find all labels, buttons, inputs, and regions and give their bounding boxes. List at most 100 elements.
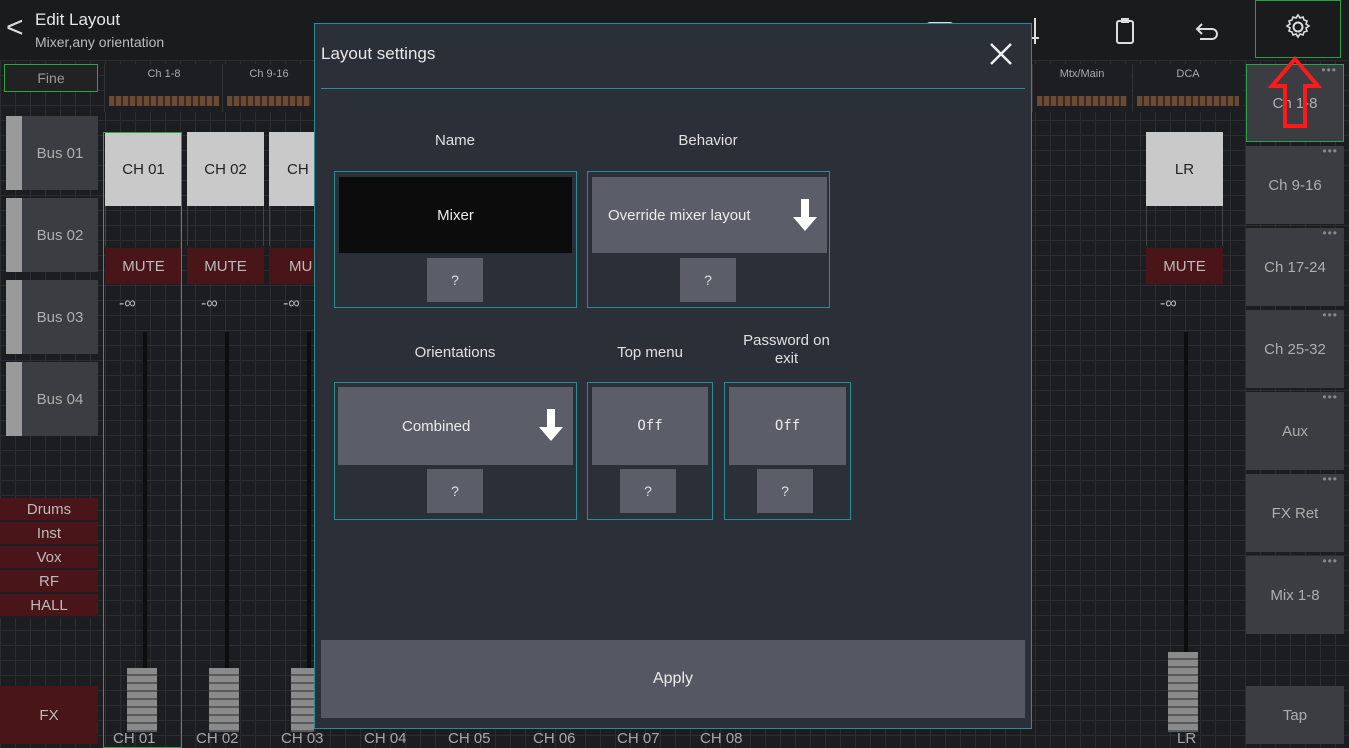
meter-group-ch1-8[interactable]: Ch 1-8 (104, 64, 223, 112)
password-toggle[interactable]: Off (729, 387, 846, 465)
fader-handle[interactable] (1168, 652, 1198, 732)
behavior-dropdown[interactable]: Override mixer layout (592, 177, 827, 253)
password-group: Off ? (724, 382, 851, 520)
top-menu-help-button[interactable]: ? (620, 469, 676, 513)
channel-strip-03[interactable]: CH MU -∞ (269, 132, 314, 748)
side-item-ch25-32[interactable]: ••• Ch 25-32 (1246, 308, 1344, 388)
side-item-fx-ret[interactable]: ••• FX Ret (1246, 472, 1344, 552)
more-dots-icon[interactable]: ••• (1322, 472, 1338, 486)
apply-button[interactable]: Apply (321, 640, 1025, 718)
meter-group-dca[interactable]: DCA (1132, 64, 1243, 112)
clipboard-icon[interactable] (1108, 14, 1142, 48)
behavior-group: Override mixer layout ? (587, 171, 830, 308)
side-item-label: Ch 9-16 (1268, 176, 1322, 194)
channel-selected-frame (103, 132, 182, 748)
tag-rf[interactable]: RF (0, 570, 98, 594)
back-chevron-icon[interactable]: < (6, 8, 24, 48)
tag-inst[interactable]: Inst (0, 522, 98, 546)
more-dots-icon[interactable]: ••• (1322, 226, 1338, 240)
bottom-label-ch01: CH 01 (113, 730, 156, 747)
bottom-label-ch04: CH 04 (364, 730, 407, 747)
page-subtitle: Mixer,any orientation (35, 34, 165, 50)
fader-handle[interactable] (209, 668, 239, 732)
password-label: Password on exit (723, 332, 850, 368)
channel-strip-02[interactable]: CH 02 MUTE -∞ (187, 132, 264, 748)
fine-button[interactable]: Fine (4, 64, 98, 92)
close-icon[interactable] (983, 36, 1019, 72)
arrow-down-icon (537, 407, 565, 447)
top-menu-toggle[interactable]: Off (592, 387, 708, 465)
bus-03-button[interactable]: Bus 03 (6, 280, 98, 354)
mute-button[interactable]: MU (269, 248, 314, 284)
bus-04-button[interactable]: Bus 04 (6, 362, 98, 436)
highlight-arrow-icon (1267, 55, 1323, 135)
gain-readout: -∞ (283, 295, 300, 312)
fader-handle[interactable] (291, 668, 314, 732)
meter-group-label: DCA (1176, 68, 1200, 80)
arrow-down-icon (791, 197, 819, 237)
password-label-line1: Password on (743, 332, 830, 349)
channel-name[interactable]: CH (269, 132, 314, 206)
bottom-label-lr: LR (1177, 730, 1197, 747)
dialog-title: Layout settings (321, 44, 436, 63)
orientations-value: Combined (402, 417, 471, 435)
side-item-label: Aux (1282, 422, 1308, 440)
channel-name[interactable]: LR (1146, 132, 1223, 206)
side-item-ch9-16[interactable]: ••• Ch 9-16 (1246, 144, 1344, 224)
password-help-button[interactable]: ? (757, 469, 813, 513)
side-item-label: Ch 17-24 (1264, 258, 1326, 276)
side-item-mix1-8[interactable]: ••• Mix 1-8 (1246, 554, 1344, 634)
orientations-help-button[interactable]: ? (427, 469, 483, 513)
gear-icon (1284, 13, 1312, 46)
divider (321, 88, 1025, 89)
side-item-aux[interactable]: ••• Aux (1246, 390, 1344, 470)
meter-group-label: Ch 1-8 (147, 68, 181, 80)
more-dots-icon[interactable]: ••• (1322, 144, 1338, 158)
more-dots-icon[interactable]: ••• (1322, 554, 1338, 568)
gain-readout: -∞ (1160, 295, 1177, 312)
side-item-label: Mix 1-8 (1270, 586, 1320, 604)
fx-button[interactable]: FX (0, 686, 98, 744)
meter-group-label: Mtx/Main (1059, 68, 1105, 80)
tap-label: Tap (1282, 706, 1308, 724)
behavior-value: Override mixer layout (608, 206, 751, 224)
orientations-group: Combined ? (334, 382, 577, 520)
top-menu-group: Off ? (587, 382, 713, 520)
meter-group-label: Ch 9-16 (249, 68, 289, 80)
meter-group-mtx-main[interactable]: Mtx/Main (1032, 64, 1131, 112)
mute-button[interactable]: MUTE (187, 248, 264, 284)
meter-group-ch9-16[interactable]: Ch 9-16 (222, 64, 315, 112)
bottom-label-ch07: CH 07 (617, 730, 660, 747)
side-item-label: FX Ret (1271, 504, 1319, 522)
more-dots-icon[interactable]: ••• (1321, 63, 1337, 77)
more-dots-icon[interactable]: ••• (1322, 308, 1338, 322)
behavior-label: Behavior (678, 132, 738, 149)
bottom-label-ch02: CH 02 (196, 730, 239, 747)
side-item-ch17-24[interactable]: ••• Ch 17-24 (1246, 226, 1344, 306)
top-menu-label: Top menu (617, 344, 683, 361)
tag-hall[interactable]: HALL (0, 594, 98, 618)
mute-button[interactable]: MUTE (1146, 248, 1223, 284)
settings-button[interactable] (1255, 0, 1341, 58)
tag-drums[interactable]: Drums (0, 498, 98, 522)
orientations-dropdown[interactable]: Combined (338, 387, 573, 465)
bus-02-button[interactable]: Bus 02 (6, 198, 98, 272)
password-label-line2: exit (774, 350, 799, 367)
name-help-button[interactable]: ? (427, 258, 483, 302)
bottom-label-ch03: CH 03 (281, 730, 324, 747)
channel-name[interactable]: CH 02 (187, 132, 264, 206)
bus-01-button[interactable]: Bus 01 (6, 116, 98, 190)
channel-strip-lr[interactable]: LR MUTE -∞ (1146, 132, 1223, 748)
bottom-label-ch06: CH 06 (533, 730, 576, 747)
tag-vox[interactable]: Vox (0, 546, 98, 570)
side-item-label: Ch 25-32 (1264, 340, 1326, 358)
behavior-help-button[interactable]: ? (680, 258, 736, 302)
bottom-label-ch05: CH 05 (448, 730, 491, 747)
orientations-label: Orientations (414, 344, 496, 361)
name-input[interactable]: Mixer (339, 177, 572, 253)
undo-icon[interactable] (1190, 14, 1224, 48)
more-dots-icon[interactable]: ••• (1322, 390, 1338, 404)
bottom-label-ch08: CH 08 (700, 730, 743, 747)
tap-button[interactable]: Tap (1246, 686, 1344, 744)
page-title: Edit Layout (35, 10, 121, 29)
